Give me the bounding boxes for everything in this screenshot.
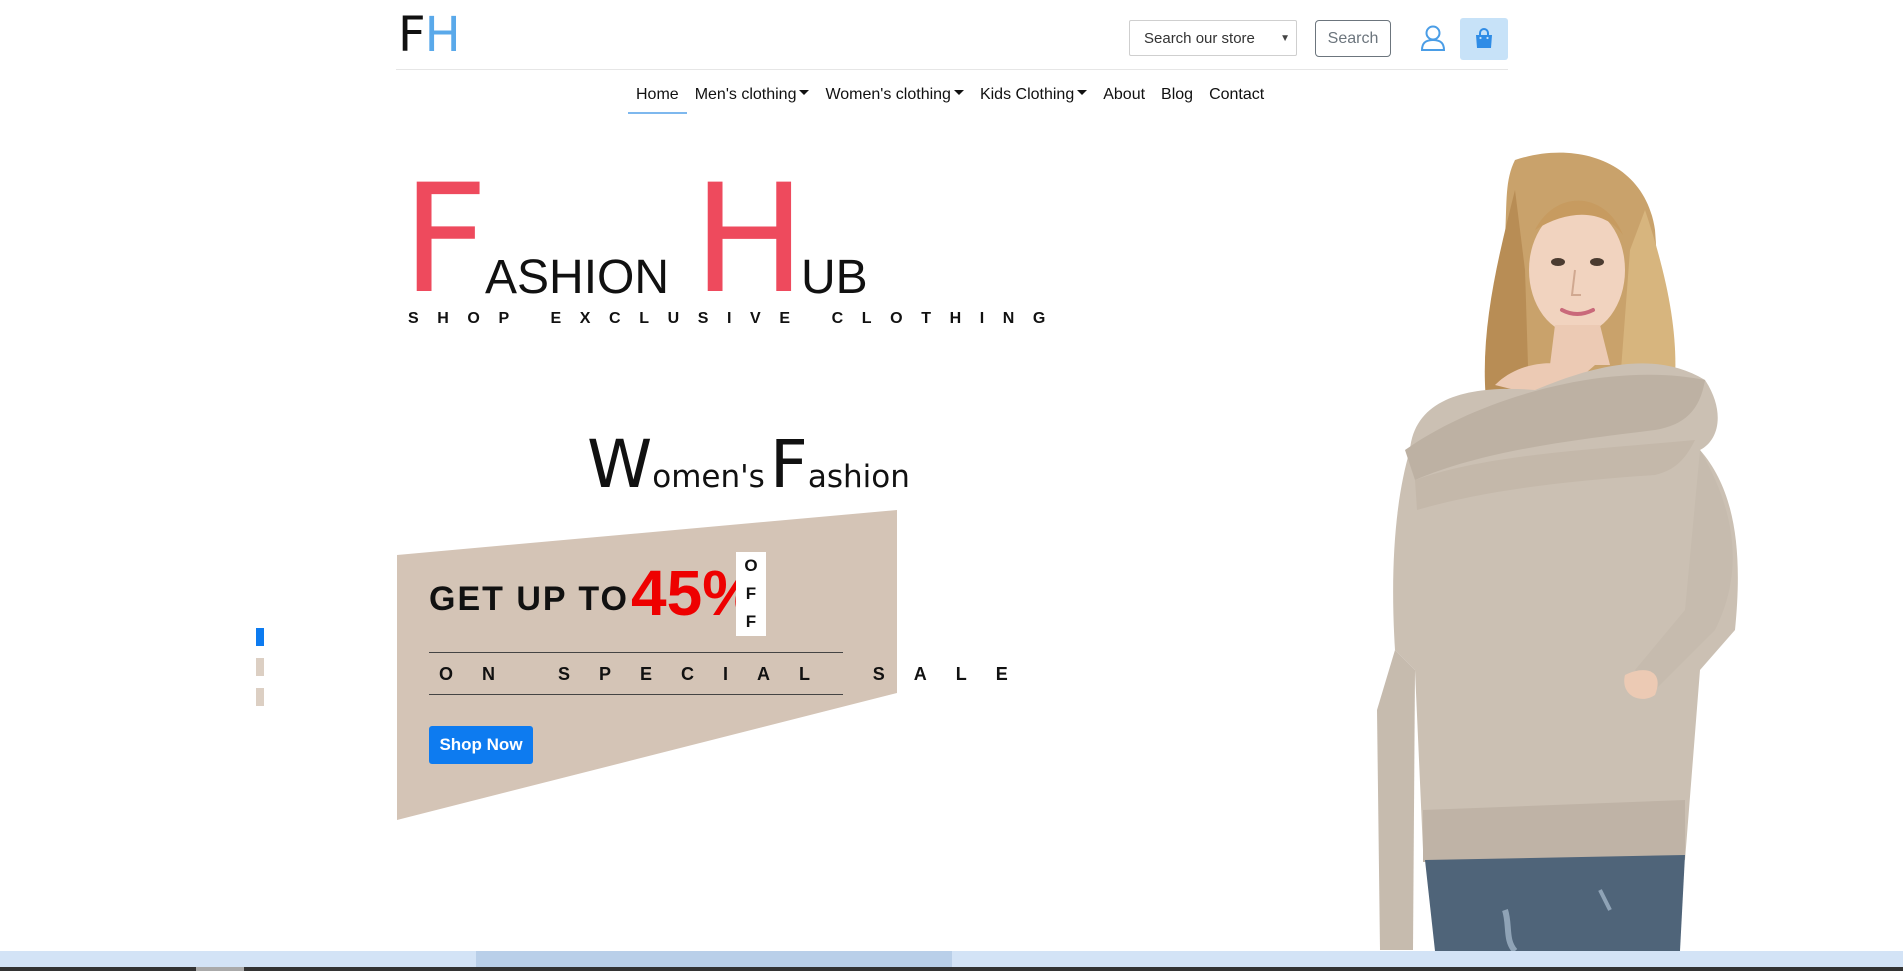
brand-word-ashion: ASHION [485,251,670,304]
brand-letter-h: H [693,153,806,327]
promo-get-up-to: GET UP TO [429,580,630,618]
user-icon[interactable] [1419,24,1447,52]
collection-title: Women's Fashion [587,426,910,503]
taskbar-strip [0,967,1903,971]
carousel-indicator-2[interactable] [256,658,264,676]
site-logo[interactable]: FH [398,7,461,63]
site-header: FH Search our store ▼ Search [396,0,1508,70]
nav-item-mens-clothing[interactable]: Men's clothing [687,82,818,114]
logo-letter-f: F [398,7,426,63]
promo-banner: GET UP TO 45% O F F ON SPECIAL SALE Shop… [397,510,1008,820]
brand-tagline: SHOP EXCLUSIVE CLOTHING [408,310,1064,327]
logo-letter-h: H [424,7,461,63]
shop-now-button[interactable]: Shop Now [429,726,533,764]
store-select-value: Search our store [1144,30,1255,47]
nav-item-contact[interactable]: Contact [1201,82,1272,114]
nav-item-womens-clothing[interactable]: Women's clothing [817,82,971,114]
caret-down-icon [1077,90,1088,96]
carousel-indicators [256,628,266,718]
special-sale-text: ON SPECIAL SALE [439,664,1037,684]
nav-item-home[interactable]: Home [628,82,687,114]
caret-down-icon: ▼ [1280,33,1290,44]
divider [429,652,843,653]
carousel-indicator-1[interactable] [256,628,264,646]
caret-down-icon [799,90,810,96]
divider [429,694,843,695]
hero-model-image [1377,152,1738,951]
main-nav: Home Men's clothing Women's clothing Kid… [628,82,1272,118]
shopping-bag-icon [1476,28,1492,48]
brand-letter-f: F [402,153,489,327]
carousel-indicator-3[interactable] [256,688,264,706]
promo-off-badge: O F F [736,552,766,636]
caret-down-icon [953,90,964,96]
brand-word-ub: UB [801,251,868,304]
search-button[interactable]: Search [1315,20,1391,57]
nav-item-about[interactable]: About [1095,82,1153,114]
bottom-scroll-bar [0,951,1903,971]
taskbar-segment [196,967,244,971]
cart-button[interactable] [1460,18,1508,60]
store-search-select[interactable]: Search our store ▼ [1129,20,1297,56]
nav-item-blog[interactable]: Blog [1153,82,1201,114]
nav-item-kids-clothing[interactable]: Kids Clothing [972,82,1095,114]
